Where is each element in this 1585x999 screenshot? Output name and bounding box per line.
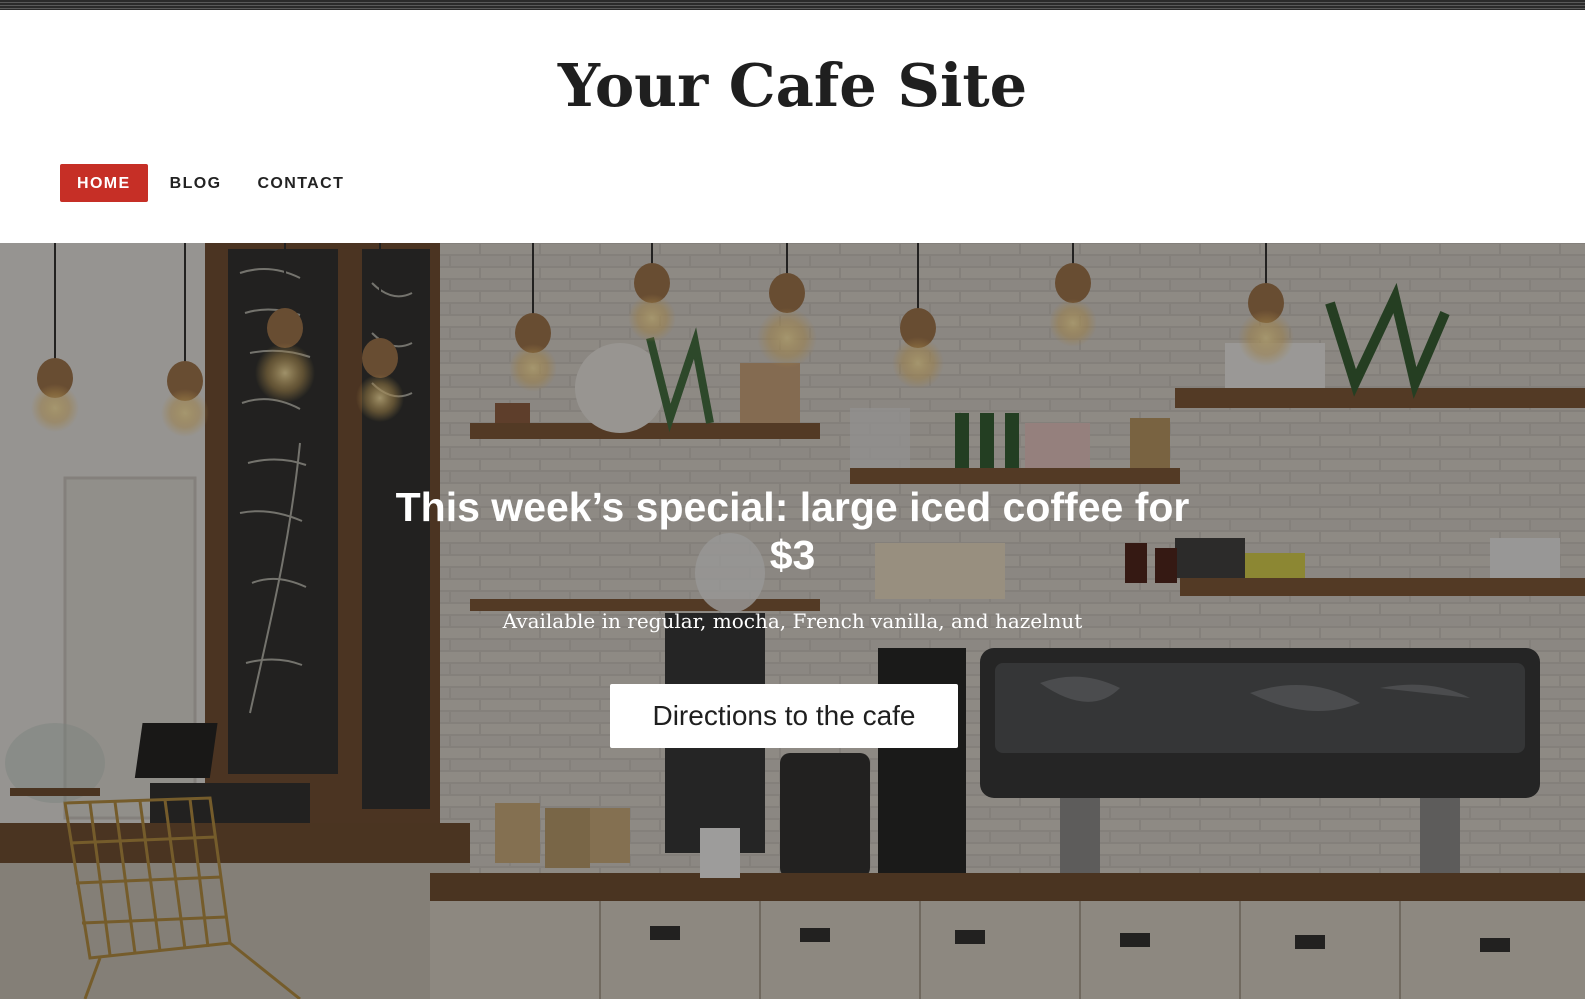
- nav-item-contact[interactable]: CONTACT: [241, 164, 364, 202]
- nav-item-home[interactable]: HOME: [60, 164, 148, 202]
- hero-heading: This week’s special: large iced coffee f…: [395, 484, 1190, 578]
- main-navigation: HOME BLOG CONTACT: [60, 164, 364, 202]
- hero-banner: This week’s special: large iced coffee f…: [0, 243, 1585, 999]
- nav-item-blog[interactable]: BLOG: [154, 164, 242, 202]
- top-border-rule: [0, 0, 1585, 10]
- directions-button[interactable]: Directions to the cafe: [610, 684, 958, 748]
- hero-subheading: Available in regular, mocha, French vani…: [502, 609, 1083, 633]
- site-title[interactable]: Your Cafe Site: [0, 46, 1585, 126]
